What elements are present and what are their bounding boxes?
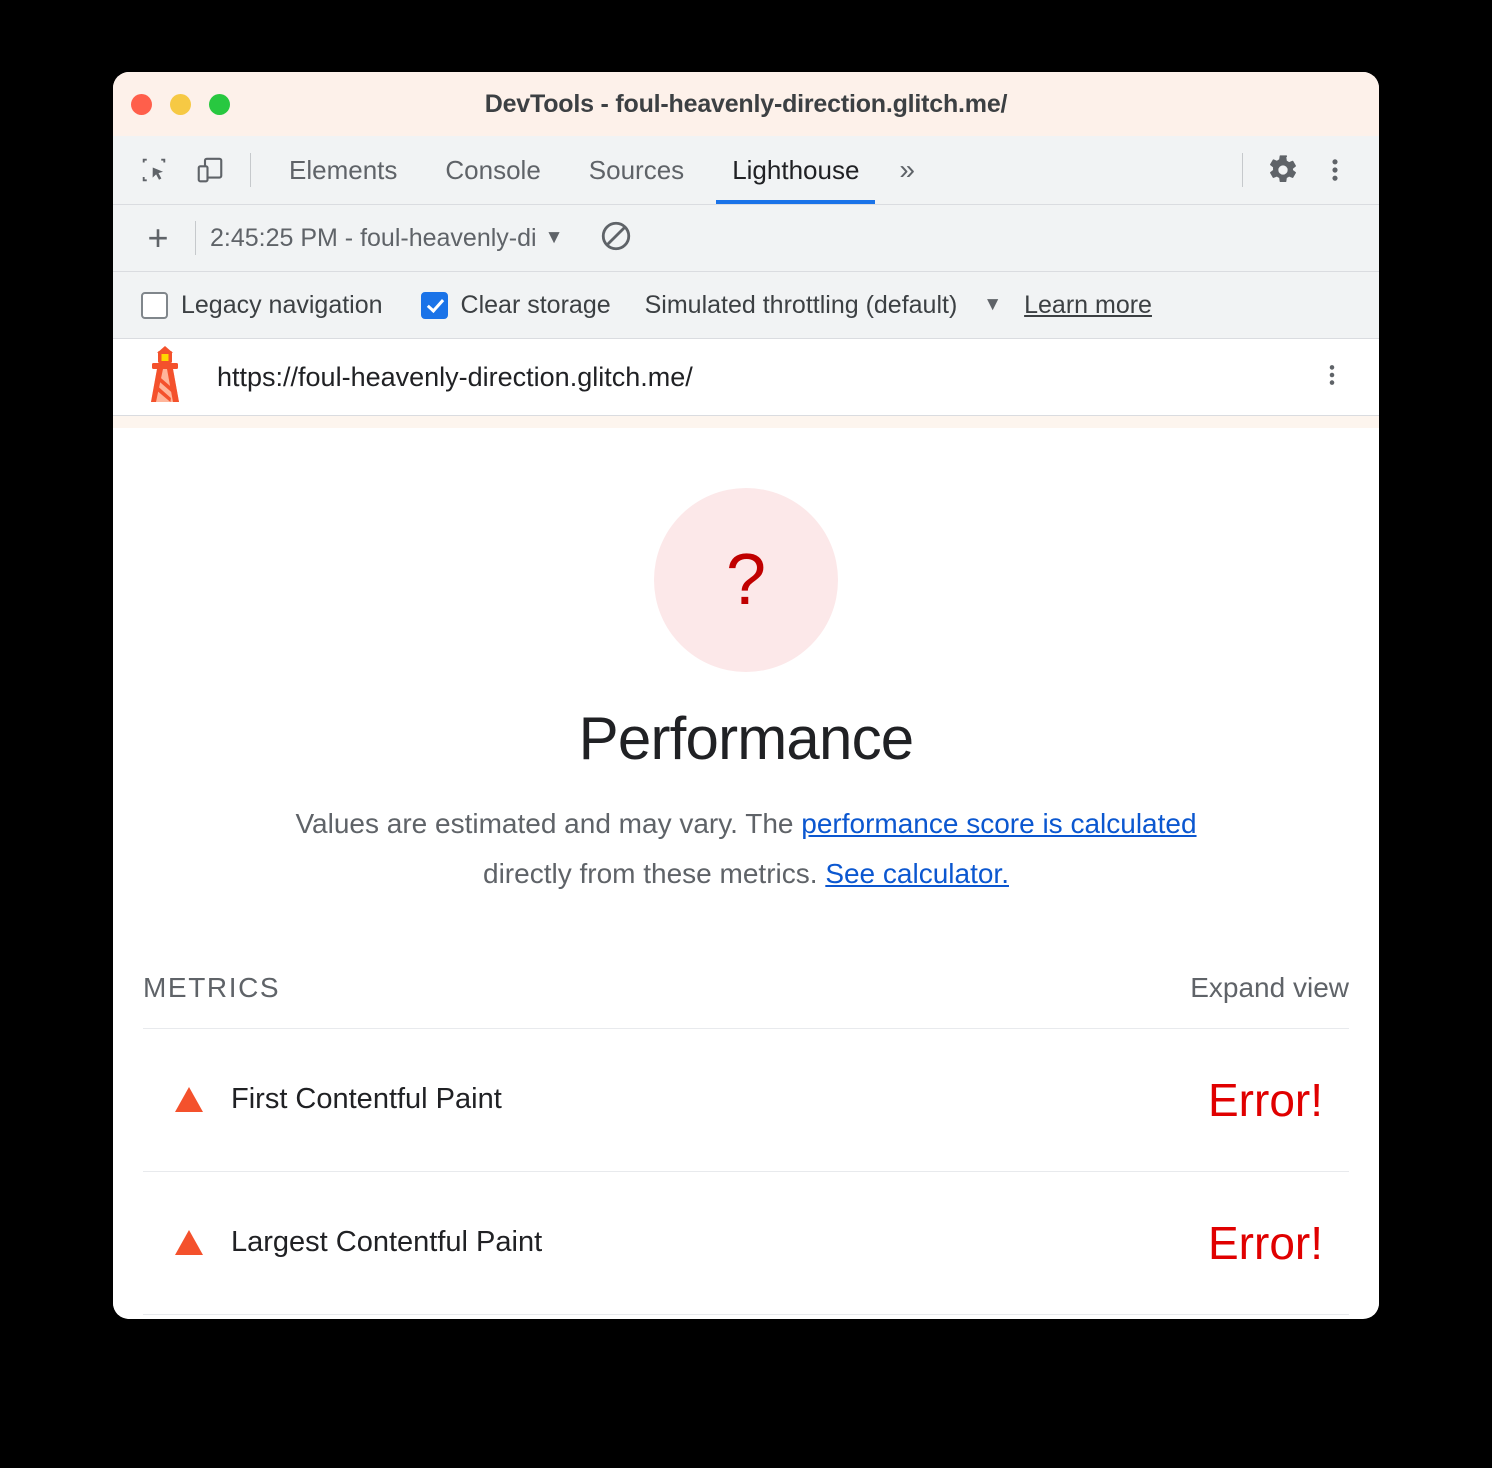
description-part-1: Values are estimated and may vary. The xyxy=(295,808,802,839)
lighthouse-runbar: + 2:45:25 PM - foul-heavenly-di ▼ xyxy=(113,205,1379,272)
runbar-divider xyxy=(195,221,196,255)
clear-storage-label: Clear storage xyxy=(460,290,611,319)
close-window-button[interactable] xyxy=(131,93,152,115)
metrics-header: METRICS Expand view xyxy=(143,972,1349,1029)
devtools-tabbar: Elements Console Sources Lighthouse » xyxy=(113,136,1379,205)
legacy-navigation-checkbox[interactable] xyxy=(141,291,168,319)
window-titlebar: DevTools - foul-heavenly-direction.glitc… xyxy=(113,72,1379,136)
clear-storage-checkbox[interactable] xyxy=(420,291,448,319)
throttling-chevron-down-icon[interactable]: ▼ xyxy=(983,294,1002,316)
warning-triangle-icon xyxy=(175,1087,203,1113)
tab-label: Sources xyxy=(588,154,685,185)
tab-lighthouse[interactable]: Lighthouse xyxy=(708,136,883,204)
performance-score-gauge: ? xyxy=(654,488,838,672)
chevron-down-icon: ▼ xyxy=(544,227,564,248)
device-toolbar-icon[interactable] xyxy=(184,144,236,196)
maximize-window-button[interactable] xyxy=(209,93,230,115)
minimize-window-button[interactable] xyxy=(170,93,191,115)
inspect-element-icon[interactable] xyxy=(128,144,180,196)
learn-more-link[interactable]: Learn more xyxy=(1024,291,1152,320)
devtools-toolbar-right xyxy=(1228,144,1379,196)
devtools-toolbar-left xyxy=(128,144,236,196)
performance-score-link[interactable]: performance score is calculated xyxy=(801,808,1196,839)
throttling-label: Simulated throttling (default) xyxy=(644,290,958,319)
metric-label-group: Largest Contentful Paint xyxy=(143,1226,542,1259)
metrics-heading: METRICS xyxy=(143,971,281,1003)
lighthouse-icon xyxy=(139,345,191,409)
report-select[interactable]: 2:45:25 PM - foul-heavenly-di ▼ xyxy=(210,224,563,253)
tab-console[interactable]: Console xyxy=(421,136,564,204)
tab-elements[interactable]: Elements xyxy=(265,136,421,204)
metric-name: Largest Contentful Paint xyxy=(231,1226,543,1259)
report-kebab-menu-icon[interactable] xyxy=(1309,362,1355,393)
devtools-window: DevTools - foul-heavenly-direction.glitc… xyxy=(113,72,1379,1319)
legacy-navigation-option[interactable]: Legacy navigation xyxy=(141,291,383,320)
see-calculator-link[interactable]: See calculator. xyxy=(825,858,1009,889)
report-top-strip xyxy=(113,416,1379,428)
tab-label: Elements xyxy=(289,154,398,185)
lighthouse-options-bar: Legacy navigation Clear storage Simulate… xyxy=(113,272,1379,339)
description-part-2: directly from these metrics. xyxy=(483,858,826,890)
category-description: Values are estimated and may vary. The p… xyxy=(251,799,1241,900)
metric-value: Error! xyxy=(1208,1073,1323,1126)
page-title: Performance xyxy=(578,705,914,772)
legacy-navigation-label: Legacy navigation xyxy=(181,290,383,319)
table-row[interactable]: Largest Contentful Paint Error! xyxy=(143,1172,1349,1315)
table-row[interactable]: First Contentful Paint Error! xyxy=(143,1029,1349,1172)
score-value: ? xyxy=(725,540,767,620)
metric-name: First Contentful Paint xyxy=(231,1083,502,1116)
clear-storage-option[interactable]: Clear storage xyxy=(420,290,611,320)
report-url: https://foul-heavenly-direction.glitch.m… xyxy=(217,361,693,392)
report-urlbar: https://foul-heavenly-direction.glitch.m… xyxy=(113,339,1379,416)
score-gauge-wrap: ? xyxy=(113,488,1379,672)
metric-label-group: First Contentful Paint xyxy=(143,1083,502,1116)
tab-label: Console xyxy=(445,154,541,185)
tab-label: Lighthouse xyxy=(732,154,860,185)
kebab-menu-icon[interactable] xyxy=(1309,144,1361,196)
toolbar-divider-right xyxy=(1242,153,1243,187)
gear-icon[interactable] xyxy=(1257,144,1309,196)
tab-sources[interactable]: Sources xyxy=(565,136,708,204)
window-title: DevTools - foul-heavenly-direction.glitc… xyxy=(484,89,1008,118)
panel-tabs: Elements Console Sources Lighthouse » xyxy=(265,136,931,204)
new-report-button[interactable]: + xyxy=(135,220,181,256)
expand-view-toggle[interactable]: Expand view xyxy=(1190,972,1349,1004)
toolbar-divider xyxy=(250,153,251,187)
tabs-overflow-icon[interactable]: » xyxy=(883,136,931,204)
clear-reports-icon[interactable] xyxy=(599,219,633,258)
report-select-label: 2:45:25 PM - foul-heavenly-di xyxy=(210,223,537,252)
metric-value: Error! xyxy=(1208,1216,1323,1269)
warning-triangle-icon xyxy=(175,1230,203,1256)
lighthouse-report: ? Performance Values are estimated and m… xyxy=(113,428,1379,1315)
window-traffic-lights xyxy=(131,72,230,136)
